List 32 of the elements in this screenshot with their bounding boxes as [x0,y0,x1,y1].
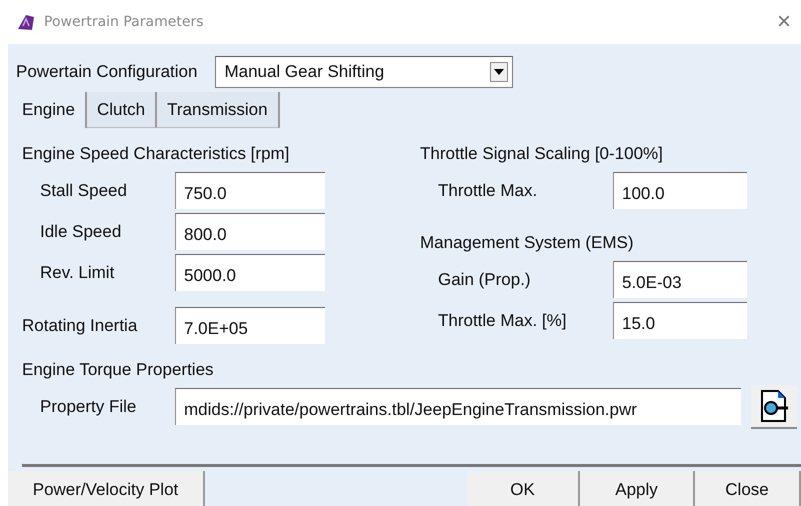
tab[interactable]: Transmission [157,92,280,128]
input-field[interactable]: 100.0 [613,172,747,209]
input-field[interactable]: 7.0E+05 [175,307,325,344]
input-field[interactable]: 15.0 [613,302,747,339]
section-heading: Engine Torque Properties [22,360,215,380]
dialog-button[interactable]: OK [467,471,580,506]
field-label: Rotating Inertia [22,316,138,336]
field-label: Property File [40,396,138,416]
section-heading: Engine Speed Characteristics [rpm] [22,144,290,164]
dialog-button[interactable]: Power/Velocity Plot [8,471,205,506]
window-title: Powertrain Parameters [44,14,204,30]
field-label: Throttle Max. [%] [438,310,568,330]
field-label: Stall Speed [40,180,128,200]
section-heading: Management System (EMS) [420,233,635,253]
field-label: Rev. Limit [40,262,116,282]
section-heading: Throttle Signal Scaling [0-100%] [420,144,664,164]
input-field[interactable]: mdids://private/powertrains.tbl/JeepEngineTransmission.pwr [175,388,741,425]
input-field[interactable]: 750.0 [175,172,325,209]
dialog-button[interactable]: Close [695,471,801,506]
dialog-button[interactable]: Apply [580,471,695,506]
tab[interactable]: Clutch [86,92,158,128]
input-field[interactable]: 800.0 [175,213,325,250]
close-button[interactable]: × [776,8,791,36]
configuration-label: Powertain Configuration [16,62,198,82]
field-label: Idle Speed [40,222,122,242]
input-field[interactable]: 5000.0 [175,254,325,291]
configuration-dropdown[interactable]: Manual Gear Shifting [215,56,514,88]
app-logo-icon [16,12,36,32]
field-label: Throttle Max. [438,180,538,200]
input-field[interactable]: 5.0E-03 [613,261,747,298]
browse-file-button[interactable] [751,384,797,428]
field-label: Gain (Prop.) [438,270,532,290]
